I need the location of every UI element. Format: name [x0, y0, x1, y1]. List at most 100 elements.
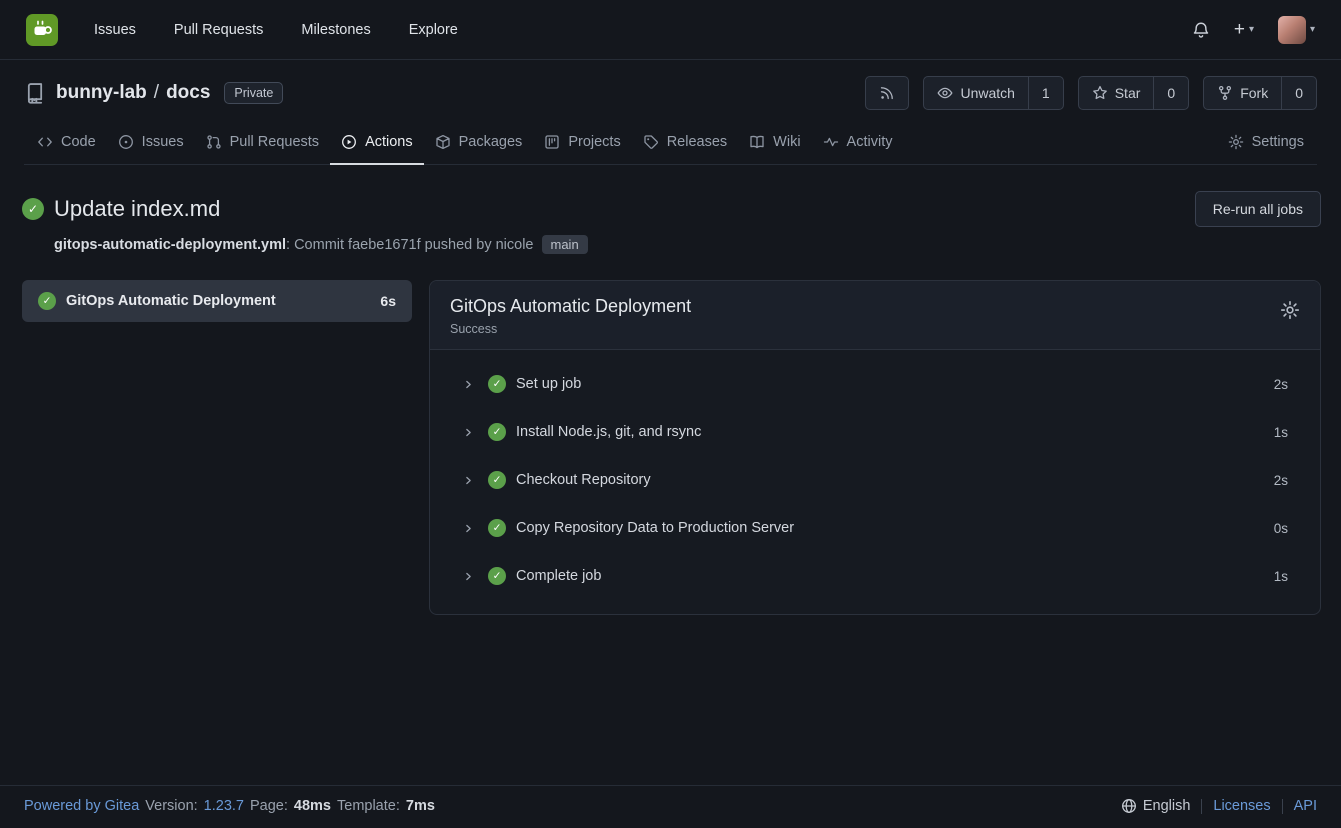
step-success-check-icon: ✓: [488, 567, 506, 585]
star-button[interactable]: Star: [1079, 77, 1154, 109]
gitea-logo[interactable]: [26, 14, 58, 46]
forks-count[interactable]: 0: [1281, 77, 1316, 109]
step-success-check-icon: ✓: [488, 375, 506, 393]
repo-name-link[interactable]: docs: [166, 82, 210, 104]
step-row[interactable]: ✓ Set up job 2s: [430, 360, 1320, 408]
bell-icon: [1192, 21, 1210, 39]
eye-icon: [937, 85, 953, 101]
top-navbar: Issues Pull Requests Milestones Explore …: [0, 0, 1341, 60]
step-row[interactable]: ✓ Complete job 1s: [430, 552, 1320, 600]
nav-issues[interactable]: Issues: [94, 22, 136, 38]
job-item-selected[interactable]: ✓ GitOps Automatic Deployment 6s: [22, 280, 412, 322]
step-name: Copy Repository Data to Production Serve…: [516, 520, 794, 536]
stars-count[interactable]: 0: [1153, 77, 1188, 109]
watch-button-group: Unwatch 1: [923, 76, 1063, 110]
job-status: Success: [450, 322, 691, 336]
chevron-right-icon: [462, 474, 475, 487]
star-button-group: Star 0: [1078, 76, 1189, 110]
tab-label: Wiki: [773, 134, 800, 150]
step-row[interactable]: ✓ Checkout Repository 2s: [430, 456, 1320, 504]
job-detail-titles: GitOps Automatic Deployment Success: [450, 296, 691, 336]
fork-button[interactable]: Fork: [1204, 77, 1281, 109]
tab-wiki[interactable]: Wiki: [738, 122, 811, 165]
code-icon: [37, 134, 53, 150]
step-row[interactable]: ✓ Copy Repository Data to Production Ser…: [430, 504, 1320, 552]
repo-name-separator: /: [147, 82, 166, 104]
chevron-right-icon: [462, 522, 475, 535]
chevron-right-icon: [462, 378, 475, 391]
repo-title-row: bunny-lab / docs Private: [24, 76, 1317, 110]
repo-tabs: Code Issues Pull Requests: [24, 122, 1317, 165]
run-title: Update index.md: [54, 196, 220, 222]
notifications-button[interactable]: [1192, 21, 1210, 39]
unwatch-button[interactable]: Unwatch: [924, 77, 1027, 109]
chevron-right-icon: [462, 570, 475, 583]
steps-list: ✓ Set up job 2s ✓ Install Node.js, git, …: [430, 350, 1320, 614]
user-menu[interactable]: ▾: [1278, 16, 1315, 44]
rss-button[interactable]: [866, 77, 908, 109]
repo-action-buttons: Unwatch 1 Star 0: [865, 76, 1317, 110]
tab-activity[interactable]: Activity: [812, 122, 904, 165]
repo-header: bunny-lab / docs Private: [0, 60, 1341, 165]
job-detail-title: GitOps Automatic Deployment: [450, 296, 691, 317]
star-label: Star: [1115, 85, 1141, 101]
branch-badge[interactable]: main: [542, 235, 588, 254]
run-body: ✓ GitOps Automatic Deployment 6s GitOps …: [22, 280, 1321, 615]
nav-explore[interactable]: Explore: [409, 22, 458, 38]
powered-by-link[interactable]: Powered by Gitea: [24, 798, 139, 814]
version-label: Version:: [145, 798, 197, 814]
api-link[interactable]: API: [1294, 798, 1317, 814]
unwatch-label: Unwatch: [960, 85, 1014, 101]
tab-releases[interactable]: Releases: [632, 122, 738, 165]
chevron-down-icon: ▾: [1249, 24, 1254, 35]
top-navbar-right: + ▾ ▾: [1192, 16, 1315, 44]
tab-pull-requests[interactable]: Pull Requests: [195, 122, 330, 165]
run-success-check-icon: ✓: [22, 198, 44, 220]
repo-icon: [24, 82, 46, 104]
footer: Powered by Gitea Version: 1.23.7 Page: 4…: [0, 785, 1341, 828]
language-selector[interactable]: English: [1121, 798, 1191, 814]
nav-milestones[interactable]: Milestones: [301, 22, 370, 38]
chevron-right-icon: [462, 426, 475, 439]
book-icon: [749, 134, 765, 150]
tab-issues[interactable]: Issues: [107, 122, 195, 165]
template-time-value: 7ms: [406, 798, 435, 814]
step-duration: 1s: [1274, 425, 1288, 440]
job-success-check-icon: ✓: [38, 292, 56, 310]
licenses-link[interactable]: Licenses: [1213, 798, 1270, 814]
tab-actions[interactable]: Actions: [330, 122, 424, 165]
chevron-down-icon: ▾: [1310, 24, 1315, 35]
rerun-all-jobs-button[interactable]: Re-run all jobs: [1195, 191, 1321, 227]
create-new-button[interactable]: + ▾: [1234, 20, 1254, 39]
tab-packages[interactable]: Packages: [424, 122, 534, 165]
tab-projects[interactable]: Projects: [533, 122, 631, 165]
play-circle-icon: [341, 134, 357, 150]
step-success-check-icon: ✓: [488, 519, 506, 537]
tab-settings[interactable]: Settings: [1217, 122, 1315, 165]
job-options-gear-icon[interactable]: [1280, 300, 1300, 320]
footer-divider: [1282, 799, 1283, 814]
step-name: Set up job: [516, 376, 581, 392]
workflow-file-name: gitops-automatic-deployment.yml: [54, 237, 286, 253]
step-name: Checkout Repository: [516, 472, 651, 488]
tab-label: Issues: [142, 134, 184, 150]
step-row[interactable]: ✓ Install Node.js, git, and rsync 1s: [430, 408, 1320, 456]
nav-pull-requests[interactable]: Pull Requests: [174, 22, 263, 38]
tab-code[interactable]: Code: [26, 122, 107, 165]
actions-run-view: ✓ Update index.md Re-run all jobs gitops…: [0, 165, 1341, 785]
tab-label: Actions: [365, 134, 413, 150]
repo-name: bunny-lab / docs: [56, 82, 210, 104]
plus-icon: +: [1234, 20, 1245, 39]
tab-label: Code: [61, 134, 96, 150]
tab-label: Pull Requests: [230, 134, 319, 150]
version-link[interactable]: 1.23.7: [204, 798, 244, 814]
fork-icon: [1217, 85, 1233, 101]
fork-button-group: Fork 0: [1203, 76, 1317, 110]
repo-owner-link[interactable]: bunny-lab: [56, 82, 147, 104]
pull-request-icon: [206, 134, 222, 150]
step-duration: 1s: [1274, 569, 1288, 584]
private-badge: Private: [224, 82, 283, 104]
rss-icon: [879, 85, 895, 101]
tab-label: Packages: [459, 134, 523, 150]
watchers-count[interactable]: 1: [1028, 77, 1063, 109]
